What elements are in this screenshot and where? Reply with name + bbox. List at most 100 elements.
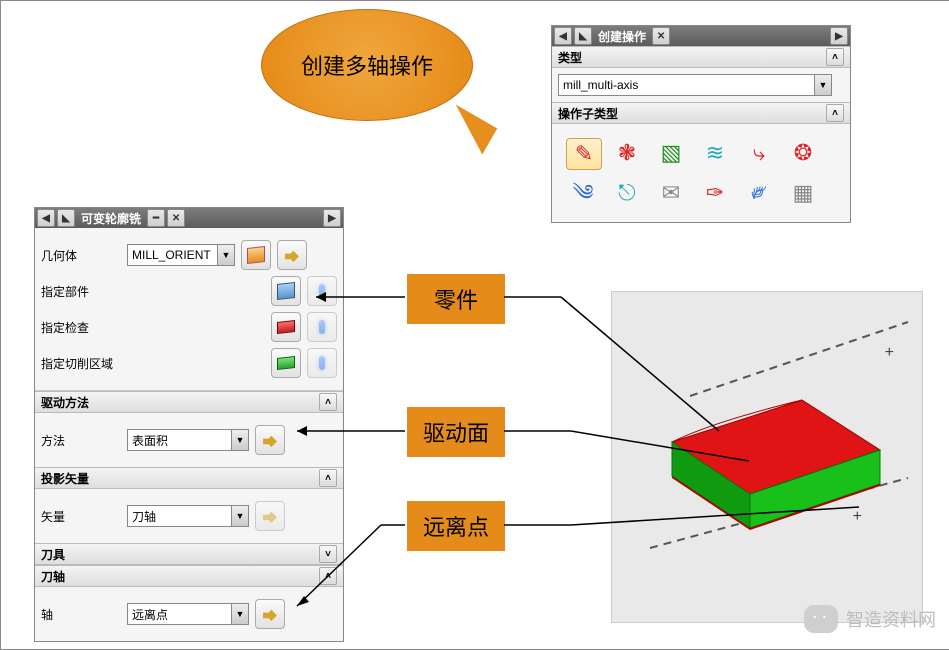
arrow-right-icon[interactable]: ▶ [323,209,341,227]
type-value: mill_multi-axis [559,78,814,92]
axis-section-title: 刀轴 [41,568,65,585]
edit-drive-button[interactable] [255,425,285,455]
chevron-up-icon[interactable]: ˄ [826,48,844,66]
type-section-header[interactable]: 类型 ˄ [552,46,850,68]
edit-geometry-button[interactable] [277,240,307,270]
proj-vector-label: 矢量 [41,508,121,525]
op-variable-contour[interactable]: ✎ [566,138,602,170]
specify-check-button[interactable] [271,312,301,342]
arrow-left-icon[interactable]: ◀ [554,27,572,45]
chevron-up-icon[interactable]: ˄ [319,393,337,411]
pin-icon[interactable]: ◣ [574,27,592,45]
axis-row: 轴 远离点 ▼ [41,599,337,629]
op-tool-axis-vector[interactable]: ⎋ [610,178,644,208]
drive-curve-icon: ༄ [572,182,593,204]
subtype-section-header[interactable]: 操作子类型 ˄ [552,102,850,124]
new-geometry-button[interactable] [241,240,271,270]
op-flow-cut[interactable]: ༗ [742,178,776,208]
chevron-down-icon[interactable]: ˅ [319,545,337,563]
specify-cutarea-label: 指定切削区域 [41,355,191,372]
display-check-button[interactable] [307,312,337,342]
op-sequential-mill[interactable]: ▧ [654,138,688,168]
drive-method-row: 方法 表面积 ▼ [41,425,337,455]
watermark: 智造资料网 [804,605,936,633]
chevron-down-icon[interactable]: ▼ [217,245,234,265]
drive-section-title: 驱动方法 [41,394,89,411]
arrow-left-icon[interactable]: ◀ [37,209,55,227]
callout-surface-text: 驱动面 [423,416,489,448]
specify-cutarea-button[interactable] [271,348,301,378]
sequential-mill-icon: ▧ [661,142,682,164]
op-drive-curve[interactable]: ༄ [566,178,600,208]
callout-away-point-text: 远离点 [423,510,489,542]
axis-section-header[interactable]: 刀轴 ˄ [35,565,343,587]
variable-contour-icon: ✎ [575,143,593,165]
chevron-down-icon[interactable]: ▼ [231,506,248,526]
edit-proj-button[interactable] [255,501,285,531]
drive-method-dropdown[interactable]: 表面积 ▼ [127,429,249,451]
subtype-section-title: 操作子类型 [558,105,618,122]
proj-vector-dropdown[interactable]: 刀轴 ▼ [127,505,249,527]
op-swarf[interactable]: ✉ [654,178,688,208]
swarf-icon: ✉ [662,182,680,204]
op-subtype-grid: ✎ ❃ ▧ ≋ ⤷ ❂ ༄ ⎋ ✉ ✑ ༗ ▦ [558,130,844,216]
drive-method-value: 表面积 [128,432,231,449]
vc-title: 可变轮廓铣 [77,210,145,227]
create-op-title-bar[interactable]: ◀ ◣ 创建操作 ✕ ▶ [552,26,850,46]
slab-red-icon [277,320,295,334]
op-tilt-axis[interactable]: ⤷ [742,138,776,168]
tool-section-header[interactable]: 刀具 ˅ [35,543,343,565]
tilt-axis-icon: ⤷ [753,142,765,164]
minimize-icon[interactable]: ━ [147,209,165,227]
axis-section-body: 轴 远离点 ▼ [35,587,343,641]
geometry-label: 几何体 [41,247,121,264]
create-operation-panel: ◀ ◣ 创建操作 ✕ ▶ 类型 ˄ mill_multi-axis ▼ 操作子类… [551,25,851,223]
generic-motion-icon: ▦ [793,182,814,204]
flow-cut-icon: ༗ [751,182,766,204]
pin-icon[interactable]: ◣ [57,209,75,227]
edit-axis-button[interactable] [255,599,285,629]
tool-axis-vector-icon: ⎋ [618,182,635,204]
chevron-up-icon[interactable]: ˄ [319,567,337,585]
drive-section-header[interactable]: 驱动方法 ˄ [35,391,343,413]
variable-contour-panel: ◀ ◣ 可变轮廓铣 ━ ✕ ▶ 几何体 MILL_ORIENT ▼ 指定部件 指… [34,207,344,642]
variable-profile-icon: ❃ [618,142,636,164]
op-zigzag-surface[interactable]: ≋ [698,138,732,168]
chevron-down-icon[interactable]: ▼ [231,604,248,624]
axis-value: 远离点 [128,606,231,623]
geometry-value: MILL_ORIENT [128,248,217,262]
zigzag-surface-icon: ≋ [706,142,724,164]
vc-title-bar[interactable]: ◀ ◣ 可变轮廓铣 ━ ✕ ▶ [35,208,343,228]
specify-cutarea-row: 指定切削区域 [41,348,337,378]
specify-part-button[interactable] [271,276,301,306]
cube-blue-icon [277,282,295,300]
chevron-up-icon[interactable]: ˄ [826,104,844,122]
chevron-up-icon[interactable]: ˄ [319,469,337,487]
deburr-icon: ✑ [706,182,724,204]
viewport-3d[interactable]: + + [611,291,923,623]
close-icon[interactable]: ✕ [652,27,670,45]
geometry-section: 几何体 MILL_ORIENT ▼ 指定部件 指定检查 指定切削区域 [35,228,343,391]
torch-icon [319,356,325,370]
proj-section-header[interactable]: 投影矢量 ˄ [35,467,343,489]
close-icon[interactable]: ✕ [167,209,185,227]
arrow-right-icon[interactable]: ▶ [830,27,848,45]
chevron-down-icon[interactable]: ▼ [231,430,248,450]
op-variable-profile[interactable]: ❃ [610,138,644,168]
geometry-dropdown[interactable]: MILL_ORIENT ▼ [127,244,235,266]
chevron-down-icon[interactable]: ▼ [814,75,831,95]
op-generic-motion[interactable]: ▦ [786,178,820,208]
type-dropdown[interactable]: mill_multi-axis ▼ [558,74,832,96]
op-rotary-floor[interactable]: ❂ [786,138,820,168]
wrench-icon [263,509,277,523]
display-part-button[interactable] [307,276,337,306]
wrench-icon [263,433,277,447]
axis-dropdown[interactable]: 远离点 ▼ [127,603,249,625]
op-deburr[interactable]: ✑ [698,178,732,208]
proj-vector-value: 刀轴 [128,508,231,525]
create-op-title: 创建操作 [594,28,650,45]
torch-icon [319,320,325,334]
cube-orange-icon [247,246,265,264]
torch-icon [319,284,325,298]
display-cutarea-button[interactable] [307,348,337,378]
